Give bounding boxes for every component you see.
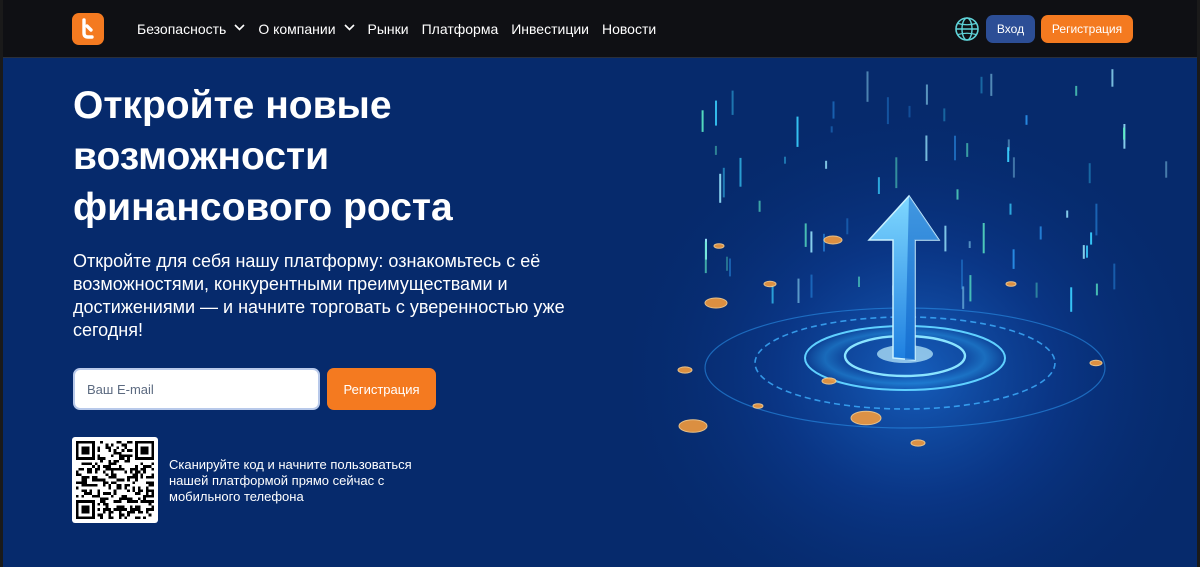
nav-item-label: О компании — [258, 21, 336, 37]
nav-item-label: Платформа — [421, 21, 499, 37]
chevron-down-icon — [234, 24, 245, 31]
nav-item-label: Безопасность — [137, 21, 227, 37]
nav-item-markets[interactable]: Рынки — [368, 21, 409, 37]
nav-item-label: Инвестиции — [511, 21, 589, 37]
register-button[interactable]: Регистрация — [1041, 15, 1133, 43]
hero-register-button[interactable]: Регистрация — [327, 368, 436, 410]
nav-item-news[interactable]: Новости — [602, 21, 656, 37]
hero-title: Откройте новые возможности финансового р… — [73, 84, 453, 229]
qr-code — [72, 437, 158, 523]
top-header: Безопасность О компании Рынки Платформа … — [3, 0, 1197, 58]
login-button[interactable]: Вход — [986, 15, 1035, 43]
nav-item-label: Рынки — [367, 21, 409, 37]
nav-item-security[interactable]: Безопасность — [137, 21, 245, 37]
qr-caption: Сканируйте код и начните пользоваться на… — [169, 457, 412, 504]
email-input[interactable] — [73, 368, 320, 410]
globe-icon[interactable] — [954, 16, 980, 42]
chevron-down-icon — [343, 24, 355, 31]
logo-icon[interactable] — [72, 13, 104, 45]
nav-item-investments[interactable]: Инвестиции — [511, 21, 589, 37]
browser-page: Безопасность О компании Рынки Платформа … — [3, 0, 1197, 567]
nav-item-platform[interactable]: Платформа — [422, 21, 499, 37]
arrow-up-illustration — [633, 58, 1197, 567]
nav-item-about[interactable]: О компании — [258, 21, 355, 37]
main-nav: Безопасность О компании Рынки Платформа … — [137, 0, 669, 58]
nav-item-label: Новости — [602, 21, 657, 37]
hero-subtitle: Откройте для себя нашу платформу: ознако… — [73, 251, 565, 340]
